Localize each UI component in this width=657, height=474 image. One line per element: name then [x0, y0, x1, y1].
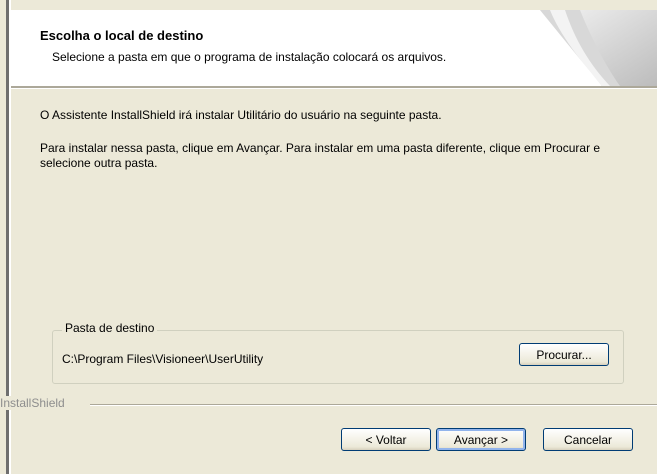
- page-curl-graphic: [540, 10, 657, 86]
- header-divider: [11, 86, 657, 89]
- installshield-brand-label: InstallShield: [0, 396, 69, 410]
- browse-button[interactable]: Procurar...: [519, 343, 609, 366]
- cancel-button[interactable]: Cancelar: [543, 428, 633, 451]
- page-title: Escolha o local de destino: [40, 28, 204, 43]
- destination-group-label: Pasta de destino: [62, 321, 158, 335]
- page-subtitle: Selecione a pasta em que o programa de i…: [52, 50, 447, 64]
- next-button[interactable]: Avançar >: [436, 428, 526, 451]
- intro-text: O Assistente InstallShield irá instalar …: [40, 108, 442, 122]
- destination-path: C:\Program Files\Visioneer\UserUtility: [62, 352, 264, 366]
- footer-divider: [90, 404, 657, 406]
- back-button[interactable]: < Voltar: [341, 428, 431, 451]
- instructions-text: Para instalar nessa pasta, clique em Ava…: [40, 141, 601, 170]
